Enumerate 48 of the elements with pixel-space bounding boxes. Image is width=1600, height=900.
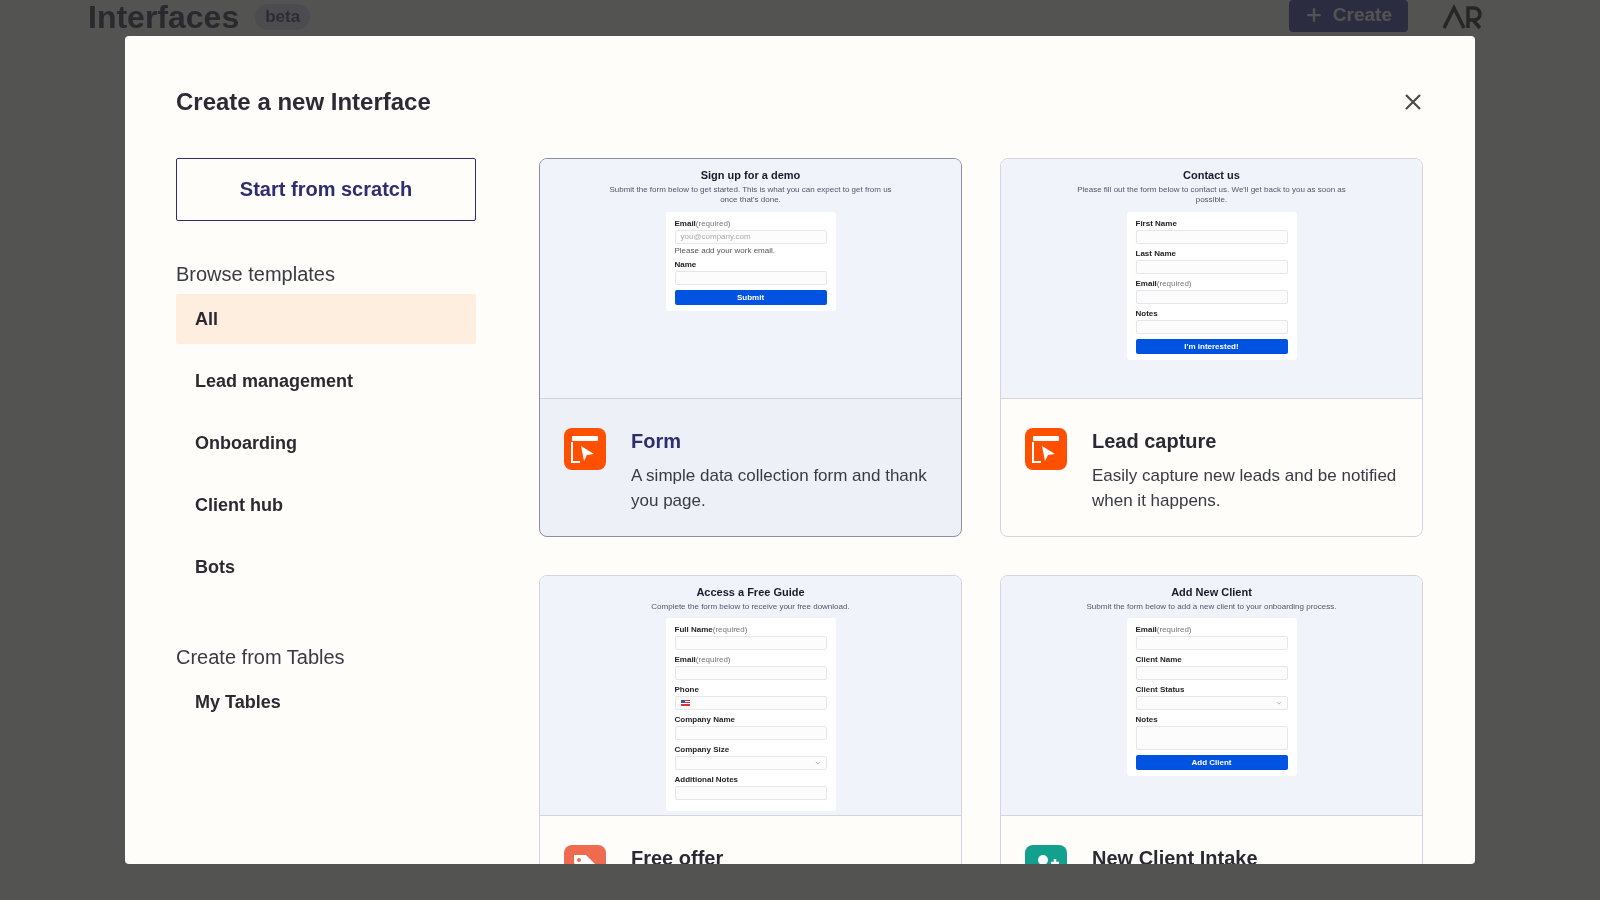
- field-label: Name: [674, 259, 698, 269]
- flag-icon: [680, 700, 690, 707]
- template-description: Easily capture new leads and be notified when it happens.: [1092, 465, 1398, 512]
- field-label: Client Status: [1135, 685, 1186, 695]
- field-label: Company Name: [674, 715, 736, 725]
- preview-subtitle: Submit the form below to add a new client to your onboarding process.: [1085, 602, 1338, 613]
- field-label: Email(required): [674, 655, 732, 665]
- preview-button: Add Client: [1135, 755, 1288, 771]
- template-name: Lead capture: [1092, 430, 1218, 453]
- preview-button: I'm interested!: [1135, 338, 1288, 354]
- section-heading: Browse templates: [176, 263, 336, 286]
- field-label: Company Size: [674, 745, 731, 755]
- field-label: Additional Notes: [674, 775, 740, 785]
- start-from-scratch-button[interactable]: Start from scratch: [176, 158, 476, 221]
- template-card[interactable]: [539, 158, 962, 537]
- template-name: Form: [631, 430, 682, 453]
- category-item[interactable]: Client hub: [176, 480, 476, 530]
- category-item[interactable]: Onboarding: [176, 418, 476, 468]
- category-item[interactable]: All: [176, 294, 476, 344]
- field-label: Client Name: [1135, 655, 1183, 665]
- category-item[interactable]: My Tables: [176, 677, 476, 727]
- preview-title: Contact us: [1183, 169, 1240, 181]
- close-icon[interactable]: [1403, 92, 1423, 112]
- field-label: Notes: [1135, 308, 1159, 318]
- preview-subtitle: Submit the form below to get started. This is what you can expect to get from us once that's done.: [608, 185, 893, 206]
- category-item[interactable]: Bots: [176, 542, 476, 592]
- field-label: Full Name(required): [674, 625, 749, 635]
- section-heading: Create from Tables: [176, 646, 346, 669]
- category-item[interactable]: Lead management: [176, 356, 476, 406]
- input-field: you@company.com: [674, 229, 827, 244]
- chevron-down-icon: [814, 761, 821, 766]
- preview-title: Access a Free Guide: [696, 586, 805, 598]
- field-label: Email(required): [1135, 625, 1193, 635]
- dialog-title: Create a new Interface: [176, 88, 431, 116]
- preview-subtitle: Complete the form below to receive your free download.: [650, 602, 851, 613]
- field-label: Notes: [1135, 715, 1159, 725]
- template-description: A simple data collection form and thank you page.: [631, 465, 928, 512]
- field-label: Email(required): [1135, 278, 1193, 288]
- field-label: First Name: [1135, 218, 1178, 228]
- preview-subtitle: Please fill out the form below to contact us. We'll get back to you as soon as possible.: [1076, 185, 1347, 206]
- preview-button: Submit: [674, 289, 827, 305]
- preview-title: Sign up for a demo: [700, 169, 801, 181]
- field-label: Phone: [674, 685, 700, 695]
- field-label: Email(required): [674, 218, 732, 228]
- chevron-down-icon: [1275, 701, 1282, 706]
- help-text: Please add your work email.: [674, 245, 776, 255]
- field-label: Last Name: [1135, 248, 1177, 258]
- preview-title: Add New Client: [1171, 586, 1252, 598]
